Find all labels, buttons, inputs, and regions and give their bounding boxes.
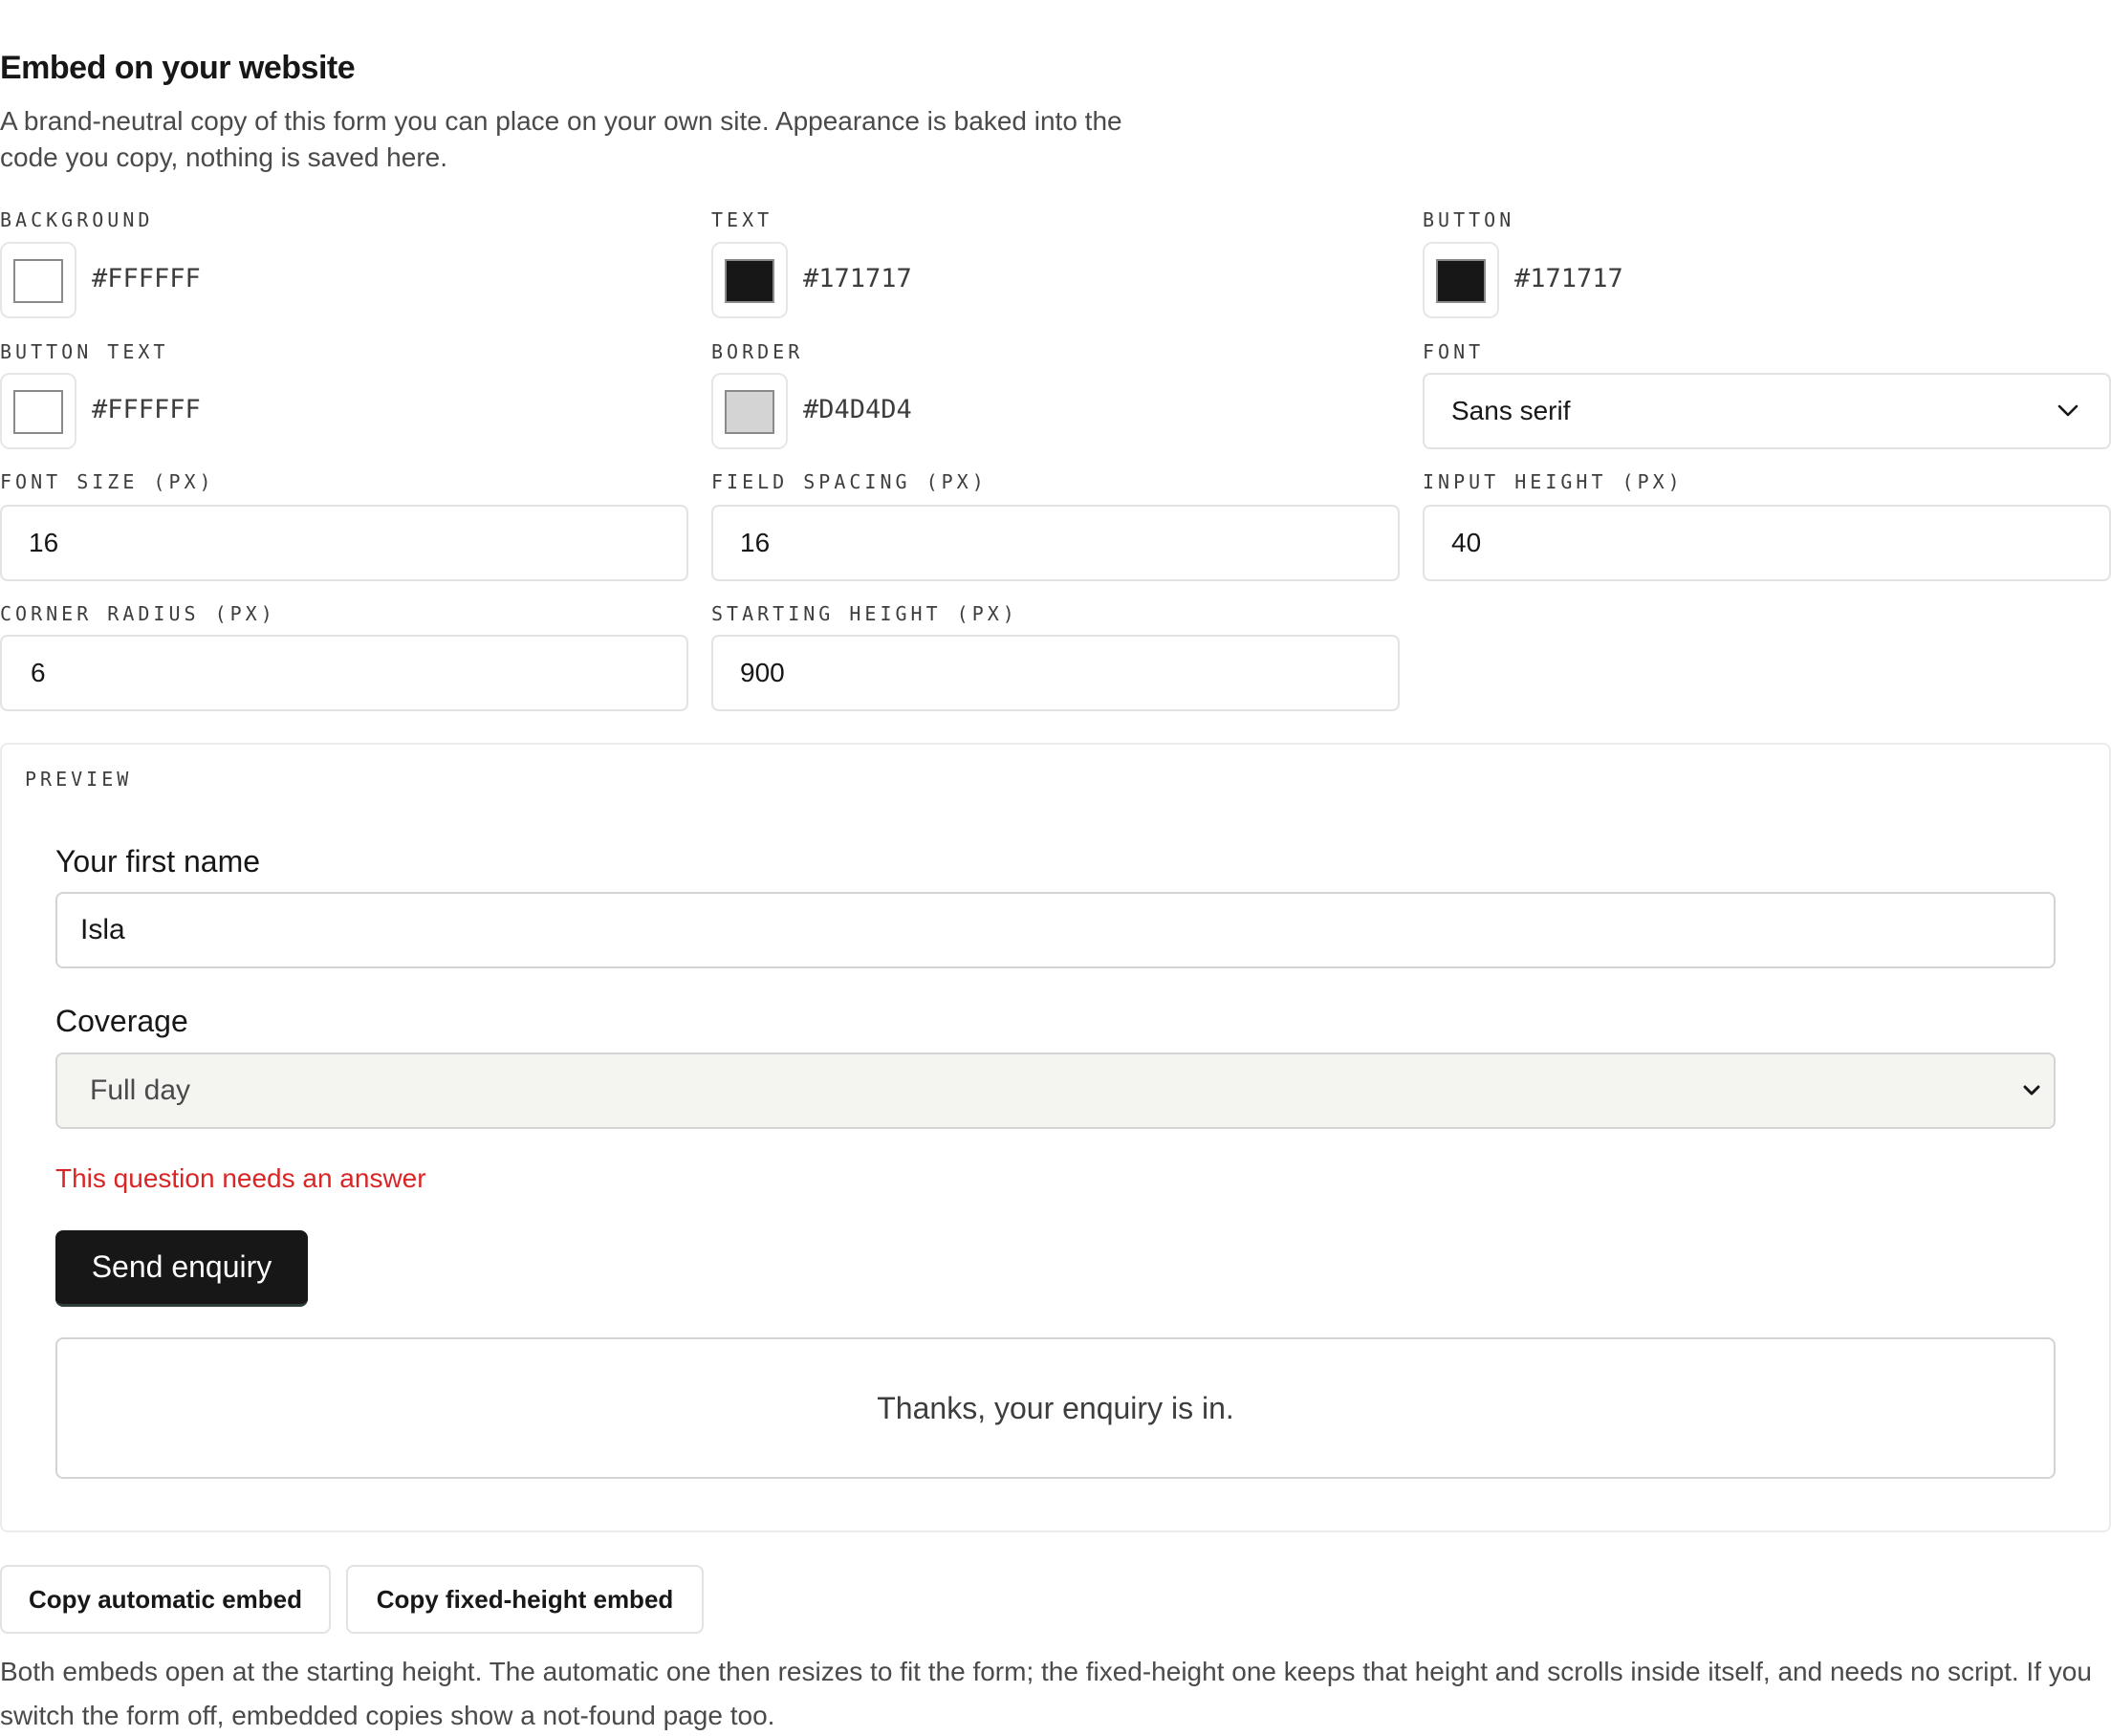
button-text-hex: #FFFFFF <box>92 395 201 424</box>
copy-automatic-embed-button[interactable]: Copy automatic embed <box>0 1565 331 1634</box>
first-name-input[interactable]: Isla <box>55 892 2056 968</box>
embed-settings-page: Embed on your website A brand-neutral co… <box>0 0 2111 1736</box>
background-color-picker[interactable] <box>0 242 76 318</box>
text-color-label: TEXT <box>711 208 773 231</box>
button-text-label: BUTTON TEXT <box>0 340 169 363</box>
field-spacing-label: FIELD SPACING (PX) <box>711 470 988 493</box>
corner-radius-label: CORNER RADIUS (PX) <box>0 602 276 625</box>
button-color-swatch <box>1436 259 1486 303</box>
background-swatch <box>13 259 63 303</box>
button-text-color-picker[interactable] <box>0 373 76 449</box>
copy-fixed-height-embed-button[interactable]: Copy fixed-height embed <box>346 1565 704 1634</box>
starting-height-input[interactable]: 900 <box>711 635 1400 711</box>
border-color-picker[interactable] <box>711 373 788 449</box>
font-size-label: FONT SIZE (PX) <box>0 470 215 493</box>
text-color-swatch <box>725 259 774 303</box>
validation-error: This question needs an answer <box>55 1163 426 1193</box>
button-color-hex: #171717 <box>1514 264 1623 293</box>
input-height-label: INPUT HEIGHT (PX) <box>1423 470 1684 493</box>
embed-footnote: Both embeds open at the starting height.… <box>0 1657 2092 1730</box>
chevron-down-icon <box>2019 1078 2044 1103</box>
input-height-input[interactable]: 40 <box>1423 505 2111 581</box>
page-description: A brand-neutral copy of this form you ca… <box>0 106 1122 172</box>
font-size-input[interactable]: 16 <box>0 505 688 581</box>
text-color-picker[interactable] <box>711 242 788 318</box>
button-text-swatch <box>13 390 63 434</box>
font-select[interactable]: Sans serif <box>1423 373 2111 449</box>
border-color-swatch <box>725 390 774 434</box>
border-color-label: BORDER <box>711 340 804 363</box>
text-color-hex: #171717 <box>803 264 912 293</box>
font-select-value: Sans serif <box>1451 396 1571 425</box>
corner-radius-input[interactable]: 6 <box>0 635 688 711</box>
border-color-hex: #D4D4D4 <box>803 395 912 424</box>
first-name-value: Isla <box>80 914 125 945</box>
thanks-message: Thanks, your enquiry is in. <box>55 1337 2056 1479</box>
button-color-picker[interactable] <box>1423 242 1499 318</box>
chevron-down-icon <box>2056 399 2080 423</box>
background-label: BACKGROUND <box>0 208 154 231</box>
button-color-label: BUTTON <box>1423 208 1515 231</box>
send-enquiry-button[interactable]: Send enquiry <box>55 1230 308 1307</box>
font-label: FONT <box>1423 340 1485 363</box>
field-spacing-input[interactable]: 16 <box>711 505 1400 581</box>
coverage-label: Coverage <box>55 1004 188 1038</box>
page-title: Embed on your website <box>0 50 356 86</box>
coverage-select[interactable]: Full day <box>55 1052 2056 1129</box>
starting-height-label: STARTING HEIGHT (PX) <box>711 602 1018 625</box>
background-hex: #FFFFFF <box>92 264 201 293</box>
first-name-label: Your first name <box>55 844 261 879</box>
coverage-value: Full day <box>90 1074 191 1106</box>
preview-label: PREVIEW <box>25 768 133 791</box>
